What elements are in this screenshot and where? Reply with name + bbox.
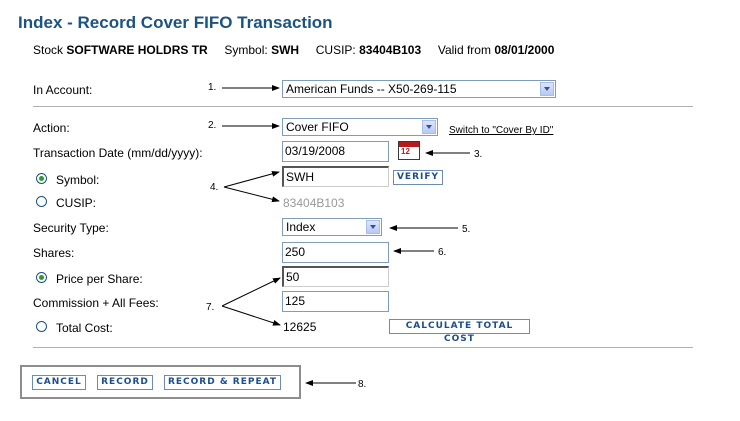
arrow-4b [223,186,280,203]
arrow-7b [221,305,281,326]
callout-arrows [221,85,470,386]
arrow-4a [223,170,280,188]
arrow-7a [221,277,281,307]
